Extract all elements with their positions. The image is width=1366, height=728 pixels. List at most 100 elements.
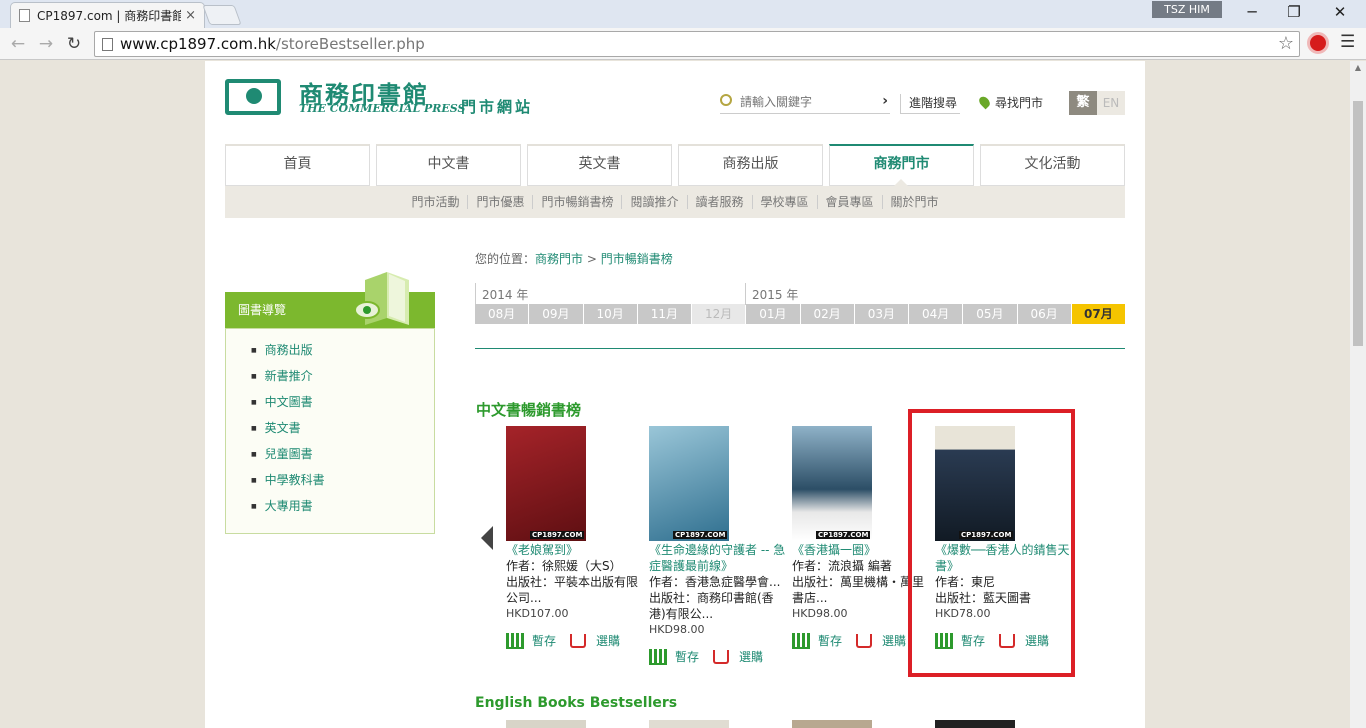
month-2015-01[interactable]: 01月 — [746, 304, 800, 324]
advanced-search-link[interactable]: 進階搜尋 — [900, 94, 960, 114]
book-cover-partial[interactable] — [506, 720, 586, 728]
bookmark-star-icon[interactable]: ☆ — [1278, 33, 1294, 54]
buy-link[interactable]: 選購 — [739, 648, 763, 665]
month-2014-10[interactable]: 10月 — [583, 304, 637, 324]
site-label: 門市網站 — [461, 98, 534, 116]
subnav-bestsellers[interactable]: 門市暢銷書榜 — [532, 195, 622, 209]
lang-traditional-button[interactable]: 繁 — [1069, 91, 1097, 115]
minimize-icon[interactable]: ─ — [1232, 0, 1272, 26]
book-cover[interactable]: CP1897.COM — [506, 426, 586, 541]
carousel-prev-icon[interactable] — [481, 526, 493, 550]
page-icon — [102, 37, 113, 51]
book-cover[interactable]: CP1897.COM — [649, 426, 729, 541]
forward-icon[interactable]: → — [34, 32, 58, 56]
buy-link[interactable]: 選購 — [596, 632, 620, 649]
subnav-store-offers[interactable]: 門市優惠 — [467, 195, 533, 209]
year-2014-label: 2014 年 — [475, 283, 534, 305]
book-price: HKD98.00 — [649, 623, 705, 636]
save-icon[interactable] — [649, 648, 667, 665]
browser-toolbar: ← → ↻ www.cp1897.com.hk /storeBestseller… — [0, 28, 1366, 60]
page-scrollbar[interactable]: ▲ — [1350, 61, 1366, 728]
book-cover-partial[interactable] — [935, 720, 1015, 728]
save-link[interactable]: 暫存 — [818, 632, 842, 649]
url-host: www.cp1897.com.hk — [120, 35, 276, 53]
sidebar-item-children[interactable]: 兒童圖書 — [251, 445, 434, 471]
address-bar[interactable]: www.cp1897.com.hk /storeBestseller.php ☆ — [94, 31, 1300, 57]
sidebar-item-secondary-textbooks[interactable]: 中學教科書 — [251, 471, 434, 497]
extension-icon[interactable] — [1307, 32, 1329, 54]
sidebar-item-english[interactable]: 英文書 — [251, 419, 434, 445]
sidebar-item-university-books[interactable]: 大專用書 — [251, 497, 434, 523]
sidebar-item-chinese[interactable]: 中文圖書 — [251, 393, 434, 419]
search-submit-icon[interactable]: › — [882, 93, 888, 109]
breadcrumb-bestsellers[interactable]: 門市暢銷書榜 — [601, 252, 673, 266]
buy-link[interactable]: 選購 — [882, 632, 906, 649]
nav-tab-home[interactable]: 首頁 — [225, 144, 370, 186]
book-cover-partial[interactable] — [649, 720, 729, 728]
browser-menu-icon[interactable]: ☰ — [1340, 32, 1355, 52]
month-2014-09[interactable]: 09月 — [529, 304, 583, 324]
save-link[interactable]: 暫存 — [675, 648, 699, 665]
sidebar-item-publishing[interactable]: 商務出版 — [251, 341, 434, 367]
save-icon[interactable] — [506, 632, 524, 649]
browser-tab[interactable]: CP1897.com | 商務印書館 × — [10, 2, 205, 28]
back-icon[interactable]: ← — [6, 32, 30, 56]
logo-icon[interactable] — [225, 79, 281, 115]
page-container: 商務印書館 THE COMMERCIAL PRESS 門市網站 › 進階搜尋 尋… — [205, 61, 1145, 728]
subnav-reader-services[interactable]: 讀者服務 — [686, 195, 752, 209]
subnav-school-zone[interactable]: 學校專區 — [751, 195, 817, 209]
breadcrumb-stores[interactable]: 商務門市 — [535, 252, 583, 266]
book-card: CP1897.COM 《老娘駕到》 作者：徐熙媛（大S） 出版社：平裝本出版有限… — [506, 426, 646, 649]
breadcrumb-prefix: 您的位置： — [475, 252, 536, 266]
scrollbar-thumb[interactable] — [1353, 101, 1363, 346]
sidebar-item-new-books[interactable]: 新書推介 — [251, 367, 434, 393]
search-input[interactable] — [740, 92, 870, 112]
cart-icon[interactable] — [570, 633, 587, 648]
new-tab-button[interactable] — [202, 5, 242, 25]
book-title-link[interactable]: 《老娘駕到》 — [506, 542, 646, 558]
book-title-link[interactable]: 《生命邊緣的守護者 -- 急症醫護最前線》 — [649, 542, 789, 574]
page-icon — [19, 9, 30, 22]
cart-icon[interactable] — [713, 649, 730, 664]
nav-tab-publishing[interactable]: 商務出版 — [678, 144, 823, 186]
book-price: HKD107.00 — [506, 607, 569, 620]
month-2015-04[interactable]: 04月 — [909, 304, 963, 324]
nav-tab-stores[interactable]: 商務門市 — [829, 144, 974, 186]
close-tab-icon[interactable]: × — [185, 8, 196, 23]
nav-tab-chinese-books[interactable]: 中文書 — [376, 144, 521, 186]
month-2015-06[interactable]: 06月 — [1017, 304, 1071, 324]
main-nav: 首頁 中文書 英文書 商務出版 商務門市 文化活動 — [225, 144, 1125, 186]
close-window-icon[interactable]: ✕ — [1320, 0, 1360, 26]
month-2015-05[interactable]: 05月 — [963, 304, 1017, 324]
subnav-store-events[interactable]: 門市活動 — [403, 195, 467, 209]
open-book-icon — [355, 272, 409, 325]
save-link[interactable]: 暫存 — [532, 632, 556, 649]
month-2015-03[interactable]: 03月 — [854, 304, 908, 324]
save-icon[interactable] — [792, 632, 810, 649]
lang-english-button[interactable]: EN — [1097, 91, 1125, 115]
cover-brand-mark: CP1897.COM — [673, 531, 728, 539]
subnav-member-zone[interactable]: 會員專區 — [816, 195, 882, 209]
subnav-reading-picks[interactable]: 閱讀推介 — [621, 195, 687, 209]
book-author: 作者：香港急症醫學會... — [649, 575, 781, 589]
store-finder-link[interactable]: 尋找門市 — [977, 94, 1043, 111]
month-2014-11[interactable]: 11月 — [637, 304, 691, 324]
month-2015-07[interactable]: 07月 — [1071, 304, 1125, 324]
cart-icon[interactable] — [856, 633, 873, 648]
book-cover-partial[interactable] — [792, 720, 872, 728]
scroll-up-icon[interactable]: ▲ — [1350, 63, 1366, 72]
subnav-about-stores[interactable]: 關於門市 — [881, 195, 947, 209]
profile-button[interactable]: TSZ HIM — [1152, 1, 1222, 18]
url-path: /storeBestseller.php — [275, 35, 425, 53]
logo-en[interactable]: THE COMMERCIAL PRESS — [299, 102, 465, 115]
nav-tab-culture[interactable]: 文化活動 — [980, 144, 1125, 186]
book-cover[interactable]: CP1897.COM — [792, 426, 872, 541]
month-row: 08月 09月 10月 11月 12月 01月 02月 03月 04月 05月 … — [475, 304, 1125, 324]
month-2015-02[interactable]: 02月 — [800, 304, 854, 324]
reload-icon[interactable]: ↻ — [62, 32, 86, 56]
restore-icon[interactable]: ❐ — [1274, 0, 1314, 26]
search-icon — [720, 94, 732, 106]
month-2014-08[interactable]: 08月 — [475, 304, 529, 324]
nav-tab-english-books[interactable]: 英文書 — [527, 144, 672, 186]
sidebar-panel: 商務出版 新書推介 中文圖書 英文書 兒童圖書 中學教科書 大專用書 — [225, 328, 435, 534]
